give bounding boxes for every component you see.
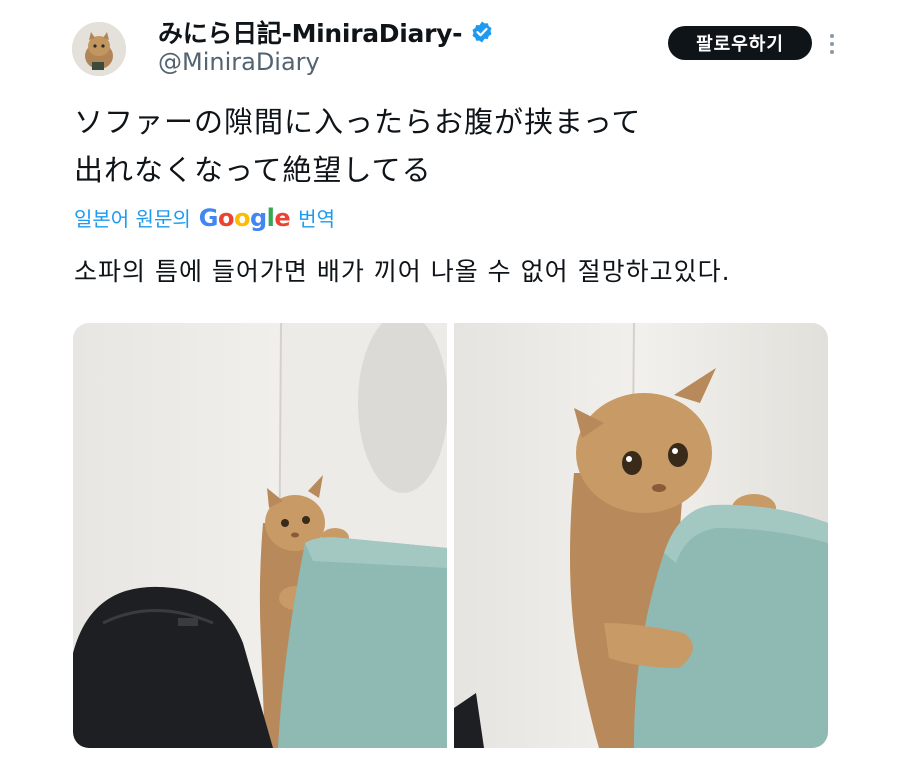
author-name-line[interactable]: みにら日記-MiniraDiary- [158, 14, 494, 50]
cat-in-sofa-gap-wide[interactable] [73, 323, 447, 748]
user-avatar[interactable] [72, 22, 126, 76]
cat-avatar-image [72, 22, 126, 76]
tweet-media [73, 323, 828, 748]
follow-button[interactable]: 팔로우하기 [668, 26, 812, 60]
display-name[interactable]: みにら日記-MiniraDiary- [158, 14, 462, 50]
translation-suffix: 번역 [298, 207, 335, 231]
tweet-text: ソファーの隙間に入ったらお腹が挟まって 出れなくなって絶望してる [74, 98, 641, 194]
cat-in-sofa-gap-closeup[interactable] [454, 323, 828, 748]
more-vertical-icon[interactable] [824, 30, 840, 58]
tweet-text-line: 出れなくなって絶望してる [74, 153, 432, 187]
translation-prefix: 일본어 원문의 [74, 207, 191, 231]
translated-text: 소파의 틈에 들어가면 배가 끼어 나올 수 없어 절망하고있다. [74, 257, 731, 286]
user-handle[interactable]: @MiniraDiary [158, 48, 320, 76]
tweet-text-line: ソファーの隙間に入ったらお腹が挟まって [74, 105, 642, 139]
google-logo: Google [198, 203, 291, 232]
translation-attribution[interactable]: 일본어 원문의 Google 번역 [74, 203, 335, 232]
verified-badge-icon [470, 20, 494, 44]
